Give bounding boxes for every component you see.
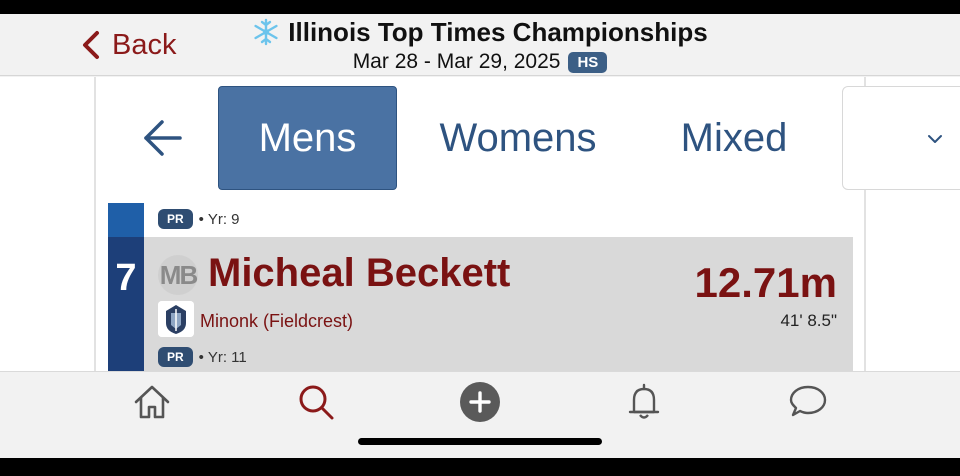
place-number: 7 — [115, 257, 137, 299]
chevron-down-icon — [928, 135, 942, 143]
chat-icon[interactable] — [788, 382, 828, 422]
rank-bar — [108, 203, 144, 237]
home-indicator — [358, 438, 602, 445]
result-row[interactable]: 7 MB Micheal Beckett 12.71m Minonk (Fiel… — [108, 237, 853, 371]
avatar: MB — [158, 255, 198, 295]
event-dropdown[interactable] — [842, 86, 960, 190]
bottom-tab-bar — [0, 371, 960, 458]
back-button[interactable]: Back — [80, 28, 176, 62]
results-panel: Mens Womens Mixed PR • Yr: 9 7 MB Michea… — [0, 77, 960, 371]
team-logo-icon — [158, 301, 194, 337]
left-divider — [94, 77, 96, 371]
app-screen: Back Illinois Top Times Championships Ma… — [0, 14, 960, 458]
back-label: Back — [112, 28, 177, 61]
athlete-year: • Yr: 9 — [198, 210, 240, 228]
result-row-previous[interactable]: PR • Yr: 9 — [108, 203, 853, 237]
pr-badge: PR — [158, 347, 193, 367]
tab-mixed[interactable]: Mixed — [650, 86, 818, 190]
tab-mens[interactable]: Mens — [218, 86, 397, 190]
pr-badge: PR — [158, 209, 193, 229]
add-icon[interactable] — [460, 382, 500, 422]
athlete-year: • Yr: 11 — [198, 348, 247, 366]
meet-dates: Mar 28 - Mar 29, 2025 — [352, 50, 561, 73]
mark-imperial: 41' 8.5" — [780, 311, 837, 330]
arrow-left-icon[interactable] — [140, 115, 186, 161]
level-badge: HS — [568, 51, 608, 73]
meet-title: Illinois Top Times Championships — [288, 16, 708, 47]
meet-title-block: Illinois Top Times Championships Mar 28 … — [240, 16, 720, 76]
header: Back Illinois Top Times Championships Ma… — [0, 14, 960, 76]
team-name[interactable]: Minonk (Fieldcrest) — [200, 311, 353, 332]
snowflake-icon — [254, 18, 278, 46]
home-icon[interactable] — [132, 382, 172, 422]
chevron-left-icon — [83, 31, 99, 59]
search-icon[interactable] — [296, 382, 336, 422]
bell-icon[interactable] — [624, 382, 664, 422]
tab-womens[interactable]: Womens — [418, 86, 618, 190]
mark-metric: 12.71m — [694, 259, 837, 306]
athlete-name[interactable]: Micheal Beckett — [208, 251, 510, 296]
